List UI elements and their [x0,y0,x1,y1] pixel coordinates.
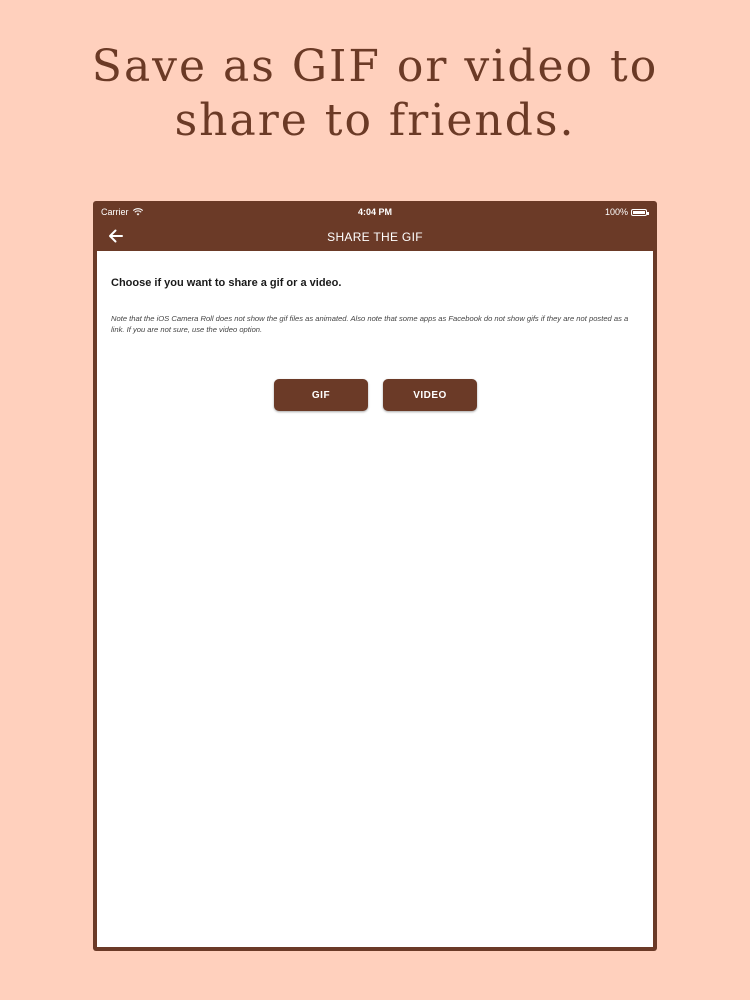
headline-line-1: Save as GIF or video to [91,41,659,92]
status-right: 100% [604,207,649,217]
share-content: Choose if you want to share a gif or a v… [97,251,653,947]
share-prompt: Choose if you want to share a gif or a v… [111,277,342,289]
status-bar: Carrier 4:04 PM 100% [97,201,653,223]
status-time: 4:04 PM [357,207,392,217]
video-button[interactable]: VIDEO [383,379,477,411]
headline-line-2: share to friends. [174,95,576,146]
gif-button[interactable]: GIF [274,379,368,411]
battery-icon [631,208,649,216]
battery-percent: 100% [604,207,628,217]
nav-title: SHARE THE GIF [327,230,423,244]
device-frame: Carrier 4:04 PM 100% SHARE THE GIF Choos… [93,201,657,951]
share-note: Note that the iOS Camera Roll does not s… [111,314,629,334]
marketing-headline: Save as GIF or video to share to friends… [0,40,750,148]
nav-bar: SHARE THE GIF [97,223,653,251]
